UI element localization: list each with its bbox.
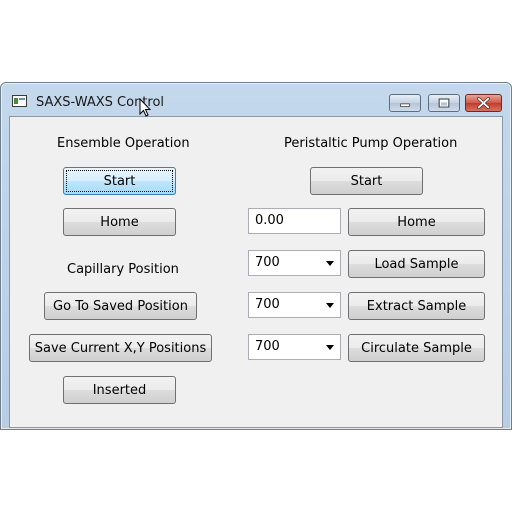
load-sample-button[interactable]: Load Sample (348, 250, 485, 278)
close-icon (477, 97, 490, 109)
extract-speed-select[interactable]: 700 (248, 292, 341, 318)
circulate-sample-button[interactable]: Circulate Sample (348, 334, 485, 362)
circulate-speed-select[interactable]: 700 (248, 334, 341, 360)
chevron-down-icon (326, 345, 334, 350)
circulate-speed-value: 700 (255, 339, 280, 354)
load-speed-value: 700 (255, 255, 280, 270)
maximize-button[interactable] (428, 94, 460, 112)
ensemble-start-button[interactable]: Start (63, 167, 176, 195)
app-window: SAXS-WAXS Control Ensemble Operation Sta… (0, 82, 512, 430)
mouse-cursor-icon (139, 98, 151, 117)
inserted-button[interactable]: Inserted (63, 376, 176, 404)
minimize-button[interactable] (389, 94, 421, 112)
pump-home-label: Home (397, 214, 436, 230)
load-speed-select[interactable]: 700 (248, 250, 341, 276)
load-sample-label: Load Sample (374, 256, 459, 272)
pump-start-label: Start (350, 173, 383, 189)
circulate-sample-label: Circulate Sample (361, 340, 472, 356)
ensemble-home-button[interactable]: Home (63, 208, 176, 236)
extract-sample-button[interactable]: Extract Sample (348, 292, 485, 320)
close-button[interactable] (465, 94, 502, 112)
app-icon (12, 95, 27, 107)
client-area: Ensemble Operation Start Home Capillary … (9, 116, 503, 428)
ensemble-home-label: Home (100, 214, 139, 230)
title-bar[interactable]: SAXS-WAXS Control (1, 83, 511, 117)
save-current-positions-button[interactable]: Save Current X,Y Positions (29, 334, 212, 362)
chevron-down-icon (326, 261, 334, 266)
extract-speed-value: 700 (255, 297, 280, 312)
pump-home-button[interactable]: Home (348, 208, 485, 236)
ensemble-start-label: Start (103, 173, 136, 189)
pump-start-button[interactable]: Start (310, 167, 423, 195)
capillary-heading: Capillary Position (67, 262, 179, 277)
minimize-icon (400, 103, 410, 107)
go-to-saved-position-label: Go To Saved Position (53, 298, 188, 314)
chevron-down-icon (326, 303, 334, 308)
pump-heading: Peristaltic Pump Operation (284, 136, 458, 151)
save-current-positions-label: Save Current X,Y Positions (34, 340, 207, 356)
inserted-label: Inserted (92, 382, 147, 398)
maximize-icon (438, 98, 450, 108)
pump-position-field[interactable]: 0.00 (248, 208, 341, 234)
go-to-saved-position-button[interactable]: Go To Saved Position (44, 292, 197, 320)
extract-sample-label: Extract Sample (366, 298, 467, 314)
ensemble-heading: Ensemble Operation (57, 136, 190, 151)
